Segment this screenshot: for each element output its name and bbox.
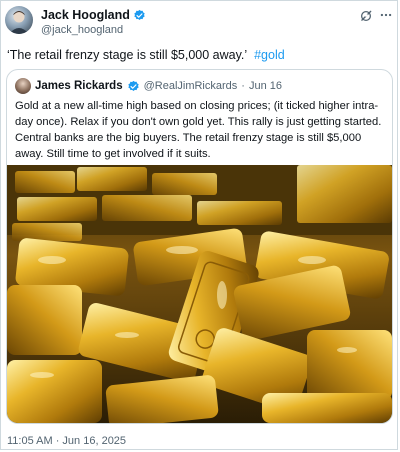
quoted-tweet-header: James Rickards @RealJimRickards · Jun 16 — [15, 78, 282, 94]
verified-badge-icon — [134, 9, 145, 20]
avatar-image — [9, 11, 29, 34]
tweet-card: Jack Hoogland @jack_hoogland ‘The retail… — [0, 0, 398, 450]
gold-bars-image[interactable] — [7, 165, 392, 423]
author-name[interactable]: Jack Hoogland — [41, 8, 130, 22]
gold-bars-illustration — [7, 165, 392, 423]
quoted-author-name: James Rickards — [35, 80, 123, 92]
tweet-timestamp[interactable]: 11:05 AM · Jun 16, 2025 — [7, 435, 126, 447]
quoted-tweet[interactable]: James Rickards @RealJimRickards · Jun 16… — [6, 69, 393, 424]
author-name-row: Jack Hoogland — [41, 8, 146, 22]
tweet-text: ‘The retail frenzy stage is still $5,000… — [7, 48, 285, 62]
quoted-author-handle: @RealJimRickards — [143, 80, 238, 92]
author-avatar[interactable] — [5, 6, 33, 34]
tweet-header: Jack Hoogland @jack_hoogland — [5, 5, 395, 41]
grok-icon[interactable] — [359, 9, 373, 23]
author-handle[interactable]: @jack_hoogland — [41, 24, 123, 36]
quoted-author-avatar — [15, 78, 31, 94]
tweet-body: ‘The retail frenzy stage is still $5,000… — [7, 48, 248, 62]
more-options-icon[interactable] — [379, 8, 393, 22]
quoted-tweet-text: Gold at a new all-time high based on clo… — [15, 100, 382, 160]
quoted-date: Jun 16 — [248, 80, 282, 92]
verified-badge-icon — [127, 80, 139, 91]
separator-dot: · — [241, 80, 245, 92]
hashtag-link[interactable]: #gold — [254, 48, 285, 62]
